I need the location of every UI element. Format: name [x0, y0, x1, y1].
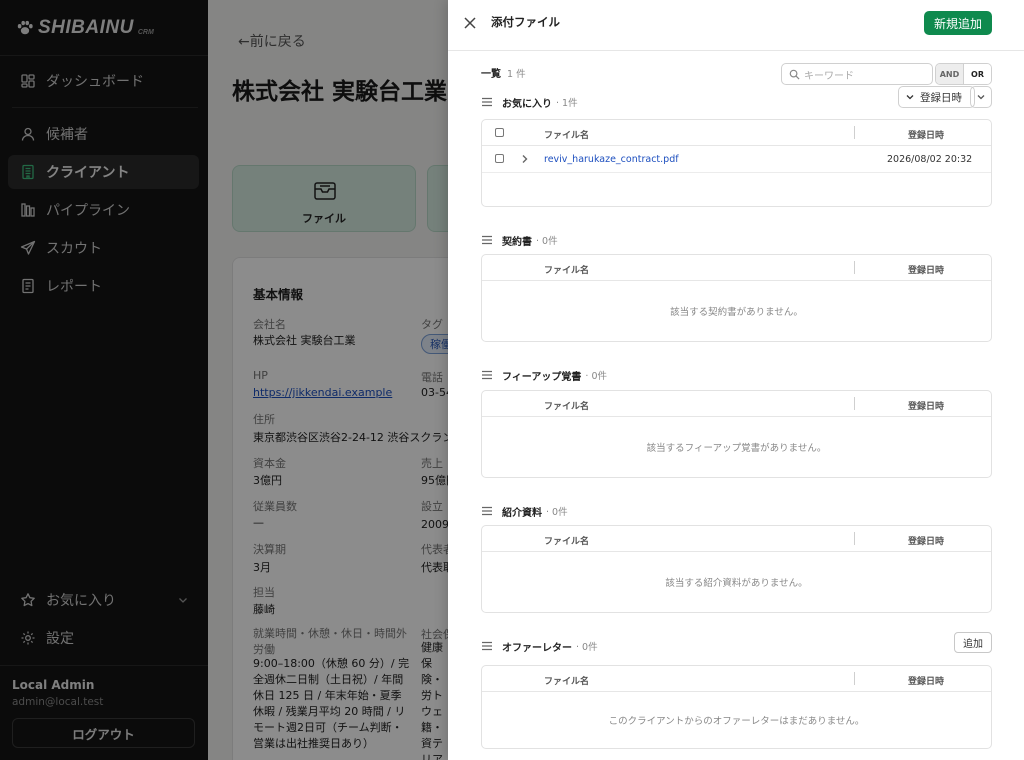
close-icon[interactable]: [462, 15, 478, 31]
table-header: ファイル名 登録日時: [482, 255, 991, 281]
section-header: 紹介資料 · 0件: [481, 504, 568, 519]
section-header: オファーレター · 0件: [481, 639, 598, 654]
search-input[interactable]: キーワード: [781, 63, 933, 85]
column-header-date[interactable]: 登録日時: [908, 674, 944, 687]
section-name: 紹介資料: [502, 507, 542, 519]
section-count: · 0件: [536, 236, 558, 247]
attachments-drawer: 添付ファイル 新規追加 一覧 1 件 キーワード AND OR お気に入り · …: [448, 0, 1024, 760]
chevron-right-icon[interactable]: [520, 154, 529, 164]
drag-handle-icon[interactable]: [481, 640, 493, 652]
column-header-name[interactable]: ファイル名: [544, 534, 589, 547]
file-link[interactable]: reviv_harukaze_contract.pdf: [544, 154, 679, 165]
column-header-date[interactable]: 登録日時: [908, 399, 944, 412]
drag-handle-icon[interactable]: [481, 96, 493, 108]
section-header: フィーアップ覚書 · 0件: [481, 368, 607, 383]
table-header: ファイル名 登録日時: [482, 120, 991, 146]
add-new-button[interactable]: 新規追加: [924, 11, 992, 35]
empty-message: 該当するフィーアップ覚書がありません。: [646, 443, 827, 454]
drawer-title: 添付ファイル: [491, 15, 560, 29]
row-checkbox[interactable]: [495, 154, 504, 163]
column-resizer[interactable]: [854, 397, 855, 410]
section-name: オファーレター: [502, 642, 572, 654]
file-table: ファイル名 登録日時 該当する契約書がありません。: [481, 254, 992, 342]
column-resizer[interactable]: [854, 126, 855, 139]
column-header-name[interactable]: ファイル名: [544, 674, 589, 687]
file-table: ファイル名 登録日時 reviv_harukaze_contract.pdf 2…: [481, 119, 992, 207]
chevron-down-icon: [977, 95, 985, 100]
file-table: ファイル名 登録日時 該当するフィーアップ覚書がありません。: [481, 390, 992, 478]
section-count: · 0件: [546, 507, 568, 518]
drag-handle-icon[interactable]: [481, 234, 493, 246]
section-name: 契約書: [502, 236, 532, 248]
sort-dropdown[interactable]: [970, 86, 992, 108]
search-icon: [789, 69, 800, 80]
empty-message: このクライアントからのオファーレターはまだありません。: [608, 716, 865, 727]
section-name: お気に入り: [502, 98, 552, 110]
file-table: ファイル名 登録日時 このクライアントからのオファーレターはまだありません。: [481, 665, 992, 749]
or-toggle[interactable]: OR: [964, 64, 991, 84]
sort-button[interactable]: 登録日時: [898, 86, 975, 108]
file-date: 2026/08/02 20:32: [887, 154, 973, 165]
section-count: · 1件: [556, 98, 578, 109]
and-or-toggle: AND OR: [935, 63, 992, 85]
file-table: ファイル名 登録日時 該当する紹介資料がありません。: [481, 525, 992, 613]
drawer-header: 添付ファイル 新規追加: [448, 0, 1024, 51]
column-resizer[interactable]: [854, 532, 855, 545]
sort-label: 登録日時: [920, 91, 962, 104]
empty-message: 該当する紹介資料がありません。: [665, 578, 808, 589]
column-header-date[interactable]: 登録日時: [908, 263, 944, 276]
column-header-date[interactable]: 登録日時: [908, 534, 944, 547]
empty-message: 該当する契約書がありません。: [670, 307, 803, 318]
drag-handle-icon[interactable]: [481, 505, 493, 517]
table-row[interactable]: reviv_harukaze_contract.pdf 2026/08/02 2…: [482, 146, 991, 173]
column-header-name[interactable]: ファイル名: [544, 263, 589, 276]
section-count: · 0件: [585, 371, 607, 382]
drag-handle-icon[interactable]: [481, 369, 493, 381]
column-header-name[interactable]: ファイル名: [544, 399, 589, 412]
column-header-date[interactable]: 登録日時: [908, 128, 944, 141]
section-name: フィーアップ覚書: [502, 371, 582, 383]
select-all-checkbox[interactable]: [495, 128, 504, 137]
add-offer-letter-button[interactable]: 追加: [954, 632, 992, 653]
table-header: ファイル名 登録日時: [482, 391, 991, 417]
column-header-name[interactable]: ファイル名: [544, 128, 589, 141]
table-spacer: [482, 173, 991, 206]
list-title: 一覧: [481, 69, 501, 80]
column-resizer[interactable]: [854, 672, 855, 685]
column-resizer[interactable]: [854, 261, 855, 274]
table-header: ファイル名 登録日時: [482, 526, 991, 552]
table-header: ファイル名 登録日時: [482, 666, 991, 692]
section-header: お気に入り · 1件: [481, 95, 578, 110]
chevron-down-icon: [906, 95, 914, 100]
list-count: 1 件: [507, 69, 526, 80]
search-placeholder: キーワード: [804, 70, 854, 82]
section-header: 契約書 · 0件: [481, 233, 558, 248]
section-count: · 0件: [576, 642, 598, 653]
and-toggle[interactable]: AND: [936, 64, 964, 84]
